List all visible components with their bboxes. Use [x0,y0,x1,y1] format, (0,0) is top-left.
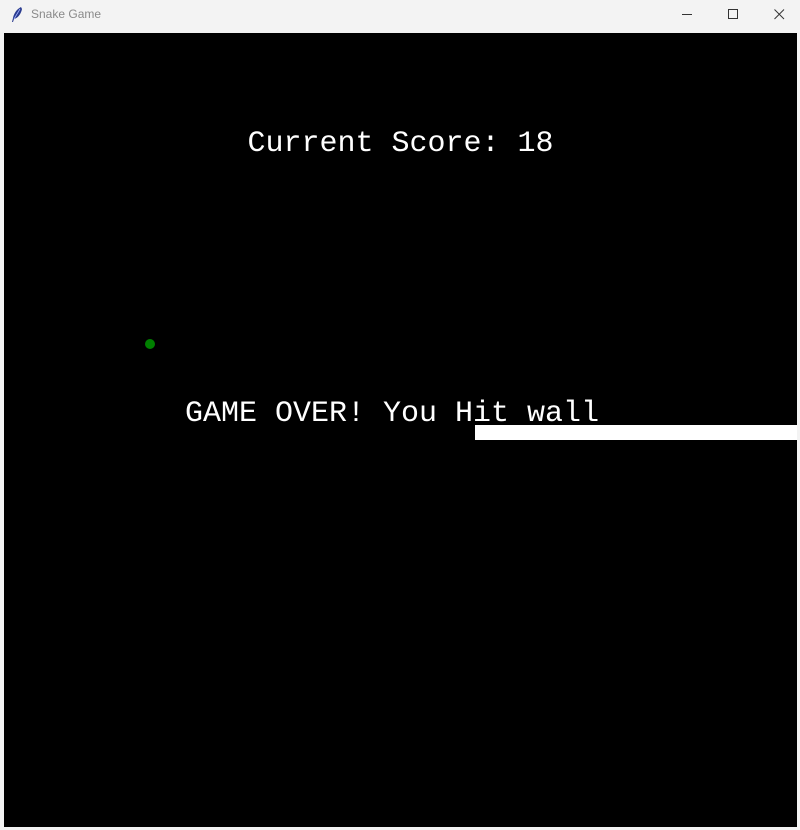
maximize-icon [728,9,738,19]
minimize-button[interactable] [664,0,710,30]
current-score-label: Current Score: 18 [247,127,554,161]
window-title: Snake Game [31,7,102,21]
feather-icon [9,6,25,24]
close-button[interactable] [756,0,800,30]
minimize-icon [682,14,692,15]
game-canvas[interactable]: Current Score: 18 GAME OVER! You Hit wal… [4,33,797,827]
title-bar[interactable]: Snake Game [0,0,800,30]
snake-body [475,425,797,440]
maximize-button[interactable] [710,0,756,30]
food-dot [145,339,155,349]
close-icon [774,9,785,20]
app-window: Snake Game Current Score: 18 GAME OVER! … [0,0,800,830]
